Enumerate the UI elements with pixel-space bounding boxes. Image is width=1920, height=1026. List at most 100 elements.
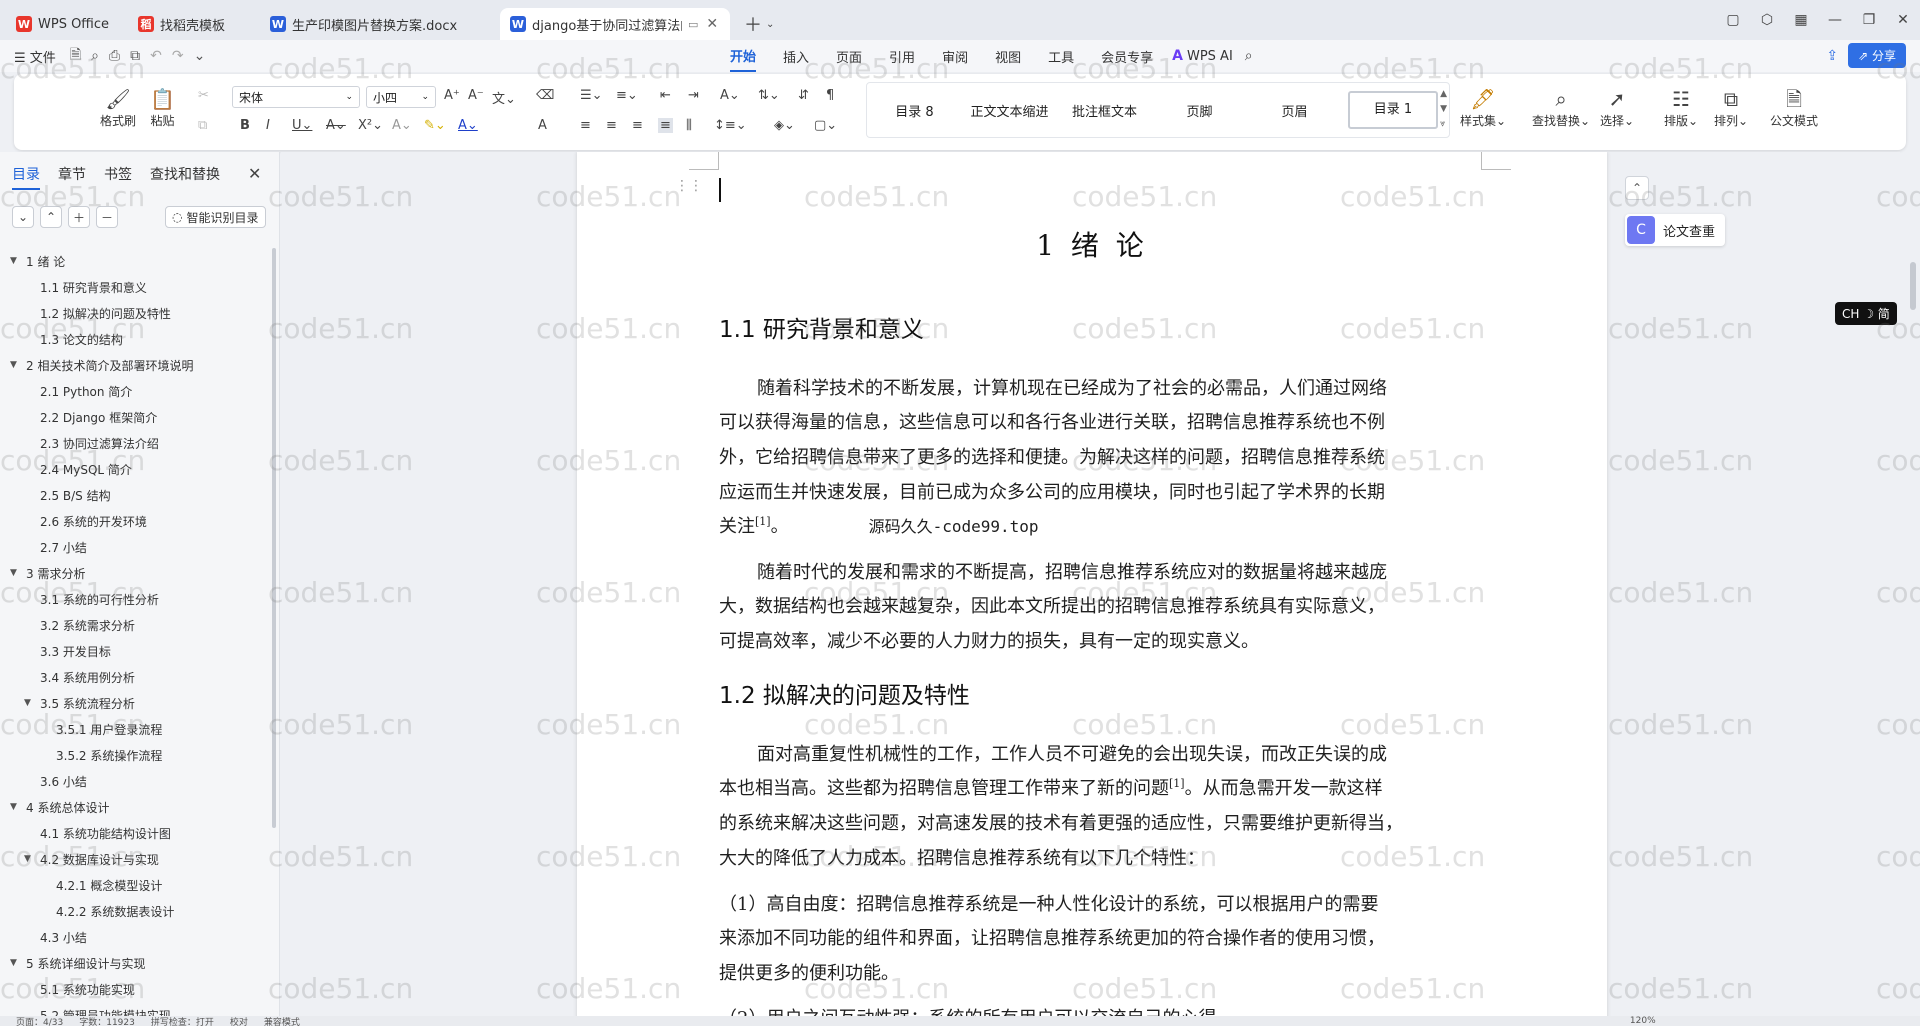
undo-icon[interactable]: ↶: [150, 48, 162, 64]
expand-triangle-icon[interactable]: ▼: [10, 360, 22, 370]
text-effect-icon[interactable]: A⌄: [392, 118, 412, 133]
toc-item[interactable]: 2.3 协同过滤算法介绍: [0, 430, 268, 456]
toc-item[interactable]: 5.1 系统功能实现: [0, 976, 268, 1002]
nav-tab-toc[interactable]: 目录: [12, 164, 40, 190]
redo-icon[interactable]: ↷: [172, 48, 184, 64]
expand-triangle-icon[interactable]: ▼: [24, 698, 36, 708]
toc-item[interactable]: 4.2.2 系统数据表设计: [0, 898, 268, 924]
arrange-button[interactable]: ⧉ 排列⌄: [1714, 86, 1748, 129]
expand-triangle-icon[interactable]: ▼: [24, 854, 36, 864]
tab-view[interactable]: 视图: [995, 40, 1021, 72]
toc-item[interactable]: 2.7 小结: [0, 534, 268, 560]
toc-item[interactable]: 2.5 B/S 结构: [0, 482, 268, 508]
tab-review[interactable]: 审阅: [942, 40, 968, 72]
collapse-up-icon[interactable]: ⌃: [1625, 176, 1649, 200]
save-icon[interactable]: 🗎: [70, 44, 81, 68]
toc-item[interactable]: 3.5.1 用户登录流程: [0, 716, 268, 742]
borders-icon[interactable]: ▢⌄: [814, 118, 837, 133]
copy-icon[interactable]: ⧉: [198, 118, 207, 133]
chevron-up-icon[interactable]: ▲: [1440, 87, 1447, 102]
scroll-thumb[interactable]: [1910, 262, 1916, 310]
close-tab-icon[interactable]: ✕: [706, 16, 718, 32]
export-icon[interactable]: ⌕: [91, 48, 99, 64]
toc-item[interactable]: 3.2 系统需求分析: [0, 612, 268, 638]
tab-wps-office[interactable]: W WPS Office: [6, 8, 124, 40]
citation-ref[interactable]: [1]: [755, 515, 771, 528]
toc-item[interactable]: 1.3 论文的结构: [0, 326, 268, 352]
distribute-icon[interactable]: ⫼: [686, 118, 692, 133]
zoom-level[interactable]: 120%: [1630, 1016, 1656, 1026]
style-set-button[interactable]: 🖋 样式集⌄: [1460, 86, 1506, 129]
toc-item[interactable]: 2.1 Python 简介: [0, 378, 268, 404]
expand-triangle-icon[interactable]: ▼: [10, 256, 22, 266]
new-tab-button[interactable]: ＋ ⌄: [734, 8, 784, 40]
toc-item[interactable]: 2.2 Django 框架简介: [0, 404, 268, 430]
clear-format-icon[interactable]: ⌫: [536, 88, 554, 103]
toc-item[interactable]: 3.3 开发目标: [0, 638, 268, 664]
phonetic-icon[interactable]: 文⌄: [492, 88, 516, 107]
proofread[interactable]: 校对: [230, 1016, 248, 1026]
collapse-up-icon[interactable]: ⌃: [40, 206, 62, 228]
file-menu[interactable]: ☰ 文件: [14, 47, 56, 66]
decrease-indent-icon[interactable]: ⇤: [660, 88, 671, 103]
increase-indent-icon[interactable]: ⇥: [688, 88, 699, 103]
text-direction-icon[interactable]: A⌄: [720, 88, 740, 103]
select-button[interactable]: ➚ 选择⌄: [1600, 86, 1634, 129]
tab-doc-1[interactable]: W 生产印模图片替换方案.docx: [260, 8, 496, 40]
expand-gallery-icon[interactable]: ⩔: [1440, 117, 1447, 132]
toc-item[interactable]: ▼ 3.5 系统流程分析: [0, 690, 268, 716]
remove-icon[interactable]: －: [96, 206, 118, 228]
toc-item[interactable]: ▼ 5 系统详细设计与实现: [0, 950, 268, 976]
print-preview-icon[interactable]: ⧉: [130, 48, 140, 64]
expand-triangle-icon[interactable]: ▼: [10, 958, 22, 968]
restore-icon[interactable]: ❐: [1852, 12, 1886, 28]
toc-item[interactable]: ▼ 2 相关技术简介及部署环境说明: [0, 352, 268, 378]
quick-access-more-icon[interactable]: ⌄: [194, 48, 206, 64]
nav-scrollbar[interactable]: [272, 248, 276, 828]
expand-triangle-icon[interactable]: ▼: [10, 802, 22, 812]
paragraph-spacing-icon[interactable]: ↕≡⌄: [714, 118, 747, 133]
align-center-icon[interactable]: ≡: [606, 118, 617, 133]
nav-tab-chapter[interactable]: 章节: [58, 164, 86, 190]
gallery-scroll[interactable]: ▲ ▼ ⩔: [1440, 87, 1447, 132]
toc-item[interactable]: ▼ 3 需求分析: [0, 560, 268, 586]
chevron-down-icon[interactable]: ▼: [1440, 102, 1447, 117]
toc-item[interactable]: ▼ 4 系统总体设计: [0, 794, 268, 820]
italic-icon[interactable]: I: [266, 118, 270, 133]
toc-item[interactable]: 3.5.2 系统操作流程: [0, 742, 268, 768]
style-comment-box[interactable]: 批注框文本: [1057, 101, 1152, 120]
page-count[interactable]: 页面：4/33: [16, 1016, 63, 1026]
close-icon[interactable]: ✕: [248, 164, 261, 183]
document-scrollbar[interactable]: [1908, 152, 1918, 1016]
toc-item[interactable]: ▼ 1 绪 论: [0, 248, 268, 274]
cloud-upload-icon[interactable]: ⇪: [1826, 48, 1838, 64]
shrink-font-icon[interactable]: A⁻: [468, 88, 484, 103]
toc-item[interactable]: 2.4 MySQL 简介: [0, 456, 268, 482]
tab-insert[interactable]: 插入: [783, 40, 809, 72]
style-header[interactable]: 页眉: [1247, 101, 1342, 120]
cut-icon[interactable]: ✂: [198, 88, 209, 103]
avatar[interactable]: ▦: [1784, 12, 1818, 28]
toc-item[interactable]: 4.3 小结: [0, 924, 268, 950]
tab-page[interactable]: 页面: [836, 40, 862, 72]
justify-icon[interactable]: ≡: [658, 118, 673, 133]
style-toc8[interactable]: 目录 8: [867, 101, 962, 120]
font-name-select[interactable]: 宋体 ⌄: [232, 86, 360, 108]
smart-toc-button[interactable]: ◌ 智能识别目录: [165, 206, 266, 228]
style-body-indent[interactable]: 正文文本缩进: [962, 101, 1057, 120]
tab-tools[interactable]: 工具: [1048, 40, 1074, 72]
superscript-icon[interactable]: X²⌄: [358, 118, 383, 133]
close-window-icon[interactable]: ✕: [1886, 12, 1920, 28]
official-mode-button[interactable]: 🗎 公文模式: [1770, 86, 1818, 129]
paste-button[interactable]: 📋 粘贴: [150, 86, 175, 129]
toc-item[interactable]: 3.1 系统的可行性分析: [0, 586, 268, 612]
layout-icon[interactable]: ▢: [1716, 12, 1750, 28]
find-replace-button[interactable]: ⌕ 查找替换⌄: [1532, 86, 1590, 129]
tab-doc-active[interactable]: W django基于协同过滤算法的 ▭ ✕: [500, 8, 730, 40]
toc-item[interactable]: 4.1 系统功能结构设计图: [0, 820, 268, 846]
layout-button[interactable]: ☷ 排版⌄: [1664, 86, 1698, 129]
align-left-icon[interactable]: ≡: [580, 118, 591, 133]
nav-tab-find-replace[interactable]: 查找和替换: [150, 164, 220, 190]
char-shading-icon[interactable]: A: [538, 118, 547, 133]
toc-item[interactable]: 2.6 系统的开发环境: [0, 508, 268, 534]
